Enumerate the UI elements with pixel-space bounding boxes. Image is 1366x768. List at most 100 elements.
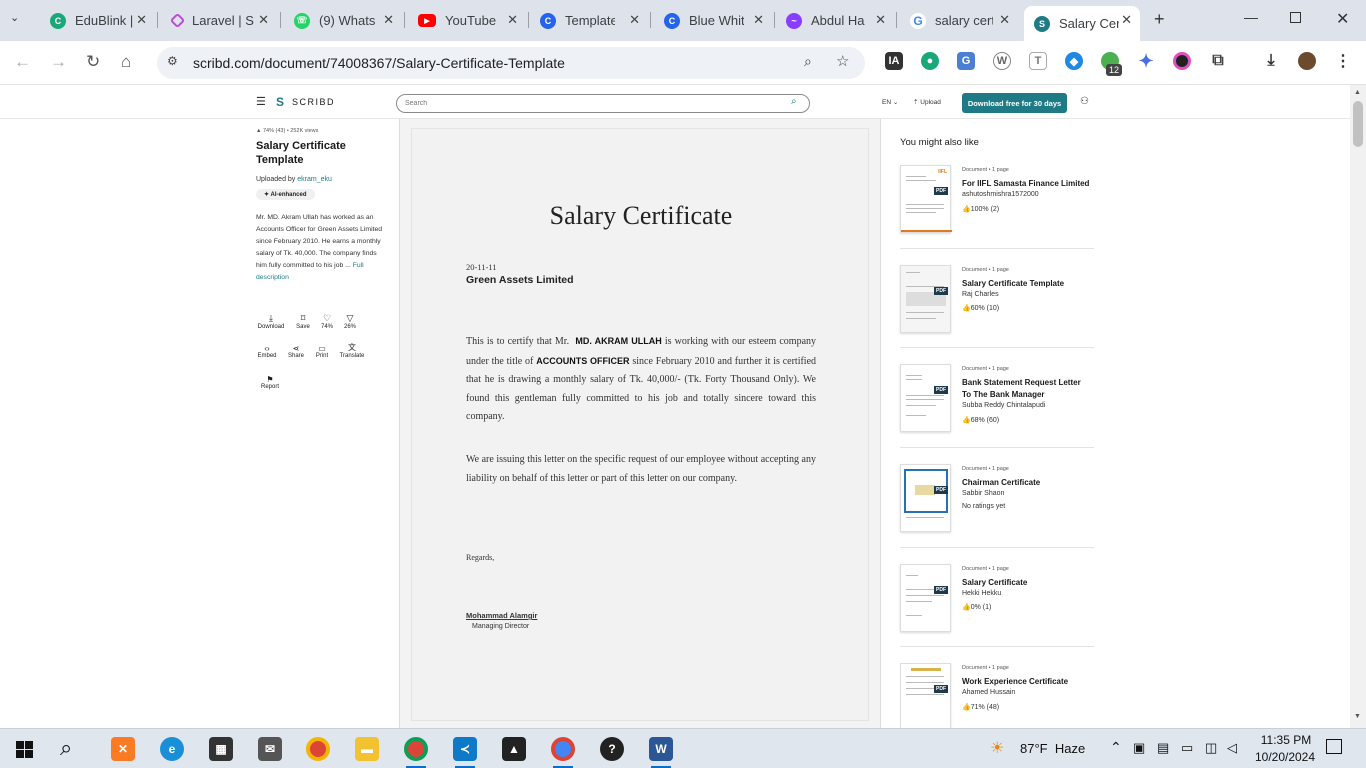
- clock-date[interactable]: 10/20/2024: [1252, 750, 1318, 764]
- action-downvote[interactable]: ▽ 26%: [339, 313, 361, 330]
- weather-text[interactable]: 87°F Haze: [1020, 741, 1085, 756]
- xampp-icon[interactable]: ✕: [111, 737, 135, 761]
- search-icon[interactable]: ⌕: [791, 96, 797, 107]
- close-icon[interactable]: ✕: [383, 12, 394, 28]
- related-card[interactable]: PDF Document • 1 page Chairman Certifica…: [900, 464, 1094, 554]
- feedback-icon[interactable]: ?: [600, 737, 624, 761]
- close-icon[interactable]: ✕: [875, 12, 886, 28]
- tab-whatsapp[interactable]: ☏ (9) Whats ✕: [284, 6, 402, 35]
- restore-button[interactable]: [1290, 12, 1301, 23]
- hamburger-menu-icon[interactable]: ☰: [256, 95, 266, 108]
- network-icon[interactable]: ◫: [1205, 740, 1217, 756]
- close-icon[interactable]: ✕: [999, 12, 1010, 28]
- tray-screen-icon[interactable]: ▤: [1157, 740, 1169, 756]
- action-save[interactable]: ⌑ Save: [292, 313, 314, 330]
- extension-blue-icon[interactable]: ◆: [1065, 52, 1083, 70]
- related-card[interactable]: PDF Document • 1 page Work Experience Ce…: [900, 663, 1094, 728]
- related-card[interactable]: IIFL PDF Document • 1 page For IIFL Samas…: [900, 165, 1094, 255]
- reload-icon[interactable]: ↻: [86, 52, 100, 72]
- user-account-icon[interactable]: ⚇: [1080, 96, 1089, 107]
- edge-icon[interactable]: e: [160, 737, 184, 761]
- tab-edublink[interactable]: C EduBlink | ✕: [40, 6, 155, 35]
- volume-icon[interactable]: ◁: [1227, 740, 1237, 756]
- uploader-link[interactable]: ekram_eku: [297, 176, 332, 183]
- color-picker-icon[interactable]: [1173, 52, 1191, 70]
- battery-icon[interactable]: ▭: [1181, 740, 1193, 756]
- profile-avatar[interactable]: [1298, 52, 1316, 70]
- word-icon[interactable]: W: [649, 737, 673, 761]
- extension-green-icon[interactable]: ●: [921, 52, 939, 70]
- close-icon[interactable]: ✕: [753, 12, 764, 28]
- notifications-icon[interactable]: [1326, 739, 1342, 754]
- document-viewer[interactable]: Salary Certificate 20-11-11 Green Assets…: [399, 119, 881, 728]
- chrome-profile-icon[interactable]: [404, 737, 428, 761]
- translate-icon[interactable]: G: [957, 52, 975, 70]
- forward-icon[interactable]: →: [50, 52, 67, 72]
- download-free-button[interactable]: Download free for 30 days: [962, 93, 1067, 113]
- tab-templates[interactable]: C Templates ✕: [530, 6, 648, 35]
- internet-archive-icon[interactable]: IA: [885, 52, 903, 70]
- chrome-icon[interactable]: [306, 737, 330, 761]
- home-icon[interactable]: ⌂: [121, 52, 131, 72]
- address-bar[interactable]: ⚙ scribd.com/document/74008367/Salary-Ce…: [157, 47, 865, 79]
- action-print[interactable]: ▭ Print: [311, 344, 333, 359]
- weather-icon[interactable]: ☀: [990, 738, 1004, 758]
- close-icon[interactable]: ✕: [507, 12, 518, 28]
- action-report[interactable]: ⚑ Report: [258, 375, 282, 390]
- clock-time[interactable]: 11:35 PM: [1258, 733, 1314, 747]
- search-icon[interactable]: ⌕: [60, 735, 72, 761]
- vscode-icon[interactable]: ≺: [453, 737, 477, 761]
- close-icon[interactable]: ✕: [1121, 12, 1132, 28]
- related-card[interactable]: PDF Document • 1 page Bank Statement Req…: [900, 364, 1094, 454]
- gemini-icon[interactable]: ✦: [1137, 51, 1155, 71]
- action-upvote[interactable]: ♡ 74%: [316, 313, 338, 330]
- tab-google-search[interactable]: G salary cert ✕: [900, 6, 1018, 35]
- tray-app-icon[interactable]: ▣: [1133, 740, 1145, 756]
- site-info-icon[interactable]: ⚙: [167, 54, 178, 68]
- scribd-logo-text[interactable]: SCRIBD: [292, 97, 335, 107]
- tab-search-button[interactable]: ⌄: [10, 11, 19, 24]
- store-icon[interactable]: ▦: [209, 737, 233, 761]
- back-icon[interactable]: ←: [14, 52, 31, 72]
- mail-icon[interactable]: ✉: [258, 737, 282, 761]
- tab-blue-white[interactable]: C Blue Whit ✕: [654, 6, 772, 35]
- language-selector[interactable]: EN ⌄: [882, 98, 898, 106]
- scrollbar-thumb[interactable]: [1353, 101, 1363, 147]
- close-icon[interactable]: ✕: [629, 12, 640, 28]
- related-card[interactable]: PDF Document • 1 page Salary Certificate…: [900, 564, 1094, 654]
- scroll-down-arrow-icon[interactable]: ▼: [1354, 713, 1361, 720]
- scribd-logo-icon[interactable]: S: [276, 95, 284, 109]
- minimize-button[interactable]: —: [1244, 9, 1258, 25]
- tab-laravel[interactable]: Laravel | S ✕: [162, 6, 277, 35]
- text-tool-icon[interactable]: T: [1029, 52, 1047, 70]
- photos-icon[interactable]: ▲: [502, 737, 526, 761]
- close-icon[interactable]: ✕: [136, 12, 147, 28]
- tray-chevron-icon[interactable]: ⌃: [1110, 739, 1122, 756]
- scroll-up-arrow-icon[interactable]: ▲: [1354, 89, 1361, 96]
- related-card[interactable]: PDF Document • 1 page Salary Certificate…: [900, 265, 1094, 355]
- new-tab-button[interactable]: +: [1154, 9, 1165, 30]
- close-window-button[interactable]: ✕: [1336, 9, 1349, 29]
- menu-kebab-icon[interactable]: ⋮: [1334, 52, 1352, 70]
- bookmark-star-icon[interactable]: ☆: [836, 52, 849, 70]
- tab-salary-certificate[interactable]: S Salary Cer ✕: [1024, 6, 1140, 41]
- chrome-alt-icon[interactable]: [551, 737, 575, 761]
- tab-messenger[interactable]: ~ Abdul Ha ✕: [776, 6, 894, 35]
- action-embed[interactable]: ‹› Embed: [256, 344, 278, 359]
- uploaded-by: Uploaded by ekram_eku: [256, 176, 388, 183]
- extensions-puzzle-icon[interactable]: ⧉: [1209, 52, 1227, 70]
- wordpress-icon[interactable]: W: [993, 52, 1011, 70]
- page-scrollbar[interactable]: ▲ ▼: [1350, 85, 1366, 728]
- search-input[interactable]: [396, 94, 810, 113]
- action-translate[interactable]: 文 Translate: [336, 342, 368, 359]
- zoom-icon[interactable]: ⌕: [804, 53, 812, 70]
- upload-button[interactable]: ⇡ Upload: [913, 98, 941, 106]
- file-explorer-icon[interactable]: ▬: [355, 737, 379, 761]
- windows-start-icon[interactable]: [16, 741, 33, 758]
- action-download[interactable]: ⤓ Download: [257, 313, 285, 330]
- language-label: EN: [882, 99, 892, 106]
- close-icon[interactable]: ✕: [258, 12, 269, 28]
- download-icon[interactable]: ⤓: [1262, 52, 1280, 70]
- tab-youtube[interactable]: ▶ YouTube ✕: [408, 6, 526, 35]
- action-share[interactable]: ⋖ Share: [285, 344, 307, 359]
